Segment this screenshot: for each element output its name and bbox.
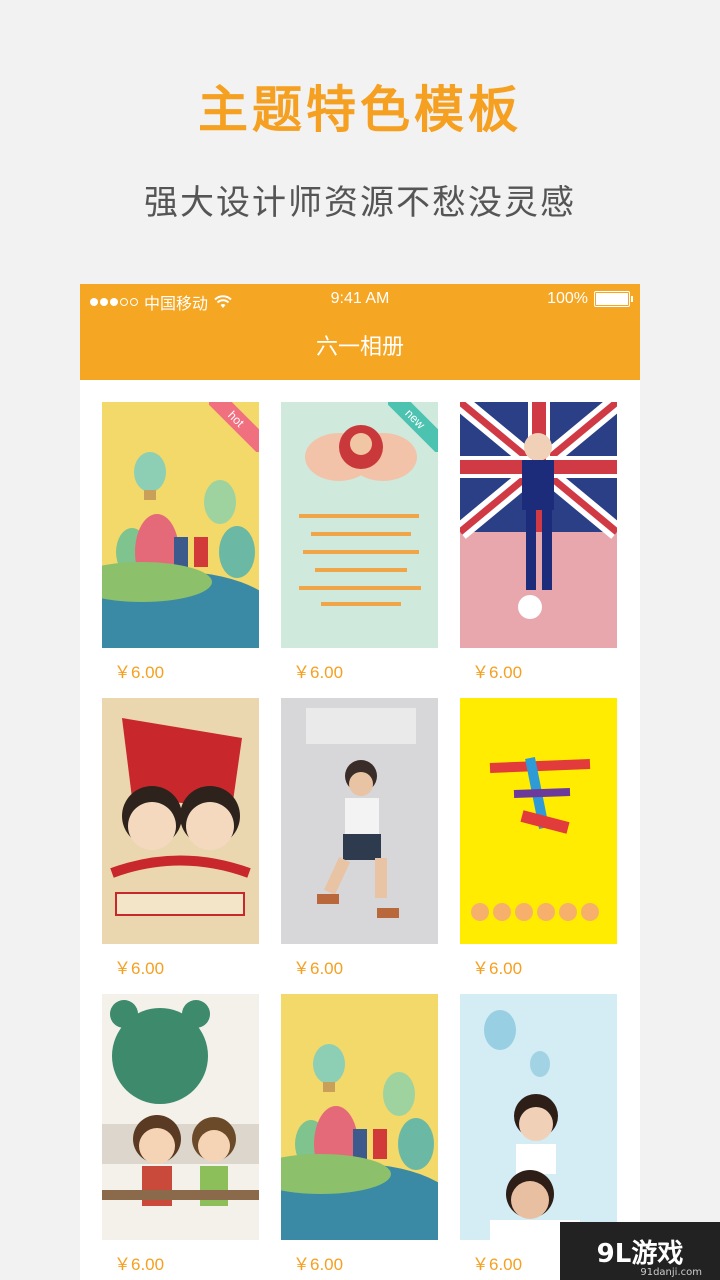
template-card[interactable]: ￥6.00 [102,698,259,978]
template-price: ￥6.00 [293,959,344,978]
template-price: ￥6.00 [293,663,344,682]
template-card[interactable]: new ￥6.00 [281,402,438,682]
watermark-logo: 9L游戏 [596,1238,684,1269]
template-card[interactable]: ￥6.00 [102,994,259,1274]
template-card[interactable]: ￥6.00 [460,994,617,1274]
headline: 主题特色模板 [198,81,522,139]
nav-title: 六一相册 [80,316,640,380]
template-price: ￥6.00 [293,1255,344,1274]
template-price: ￥6.00 [472,663,523,682]
watermark-site: 91danji.com [640,1267,702,1278]
template-thumbnail[interactable] [460,402,617,648]
template-thumbnail[interactable] [460,698,617,944]
template-grid: hot ￥6.00 new ￥6.00 ￥6.00 ￥6.00 ￥6.00 ￥6… [102,402,622,1274]
phone-mockup: 中国移动 9:41 AM 100% 六一相册 hot ￥6.00 new ￥6.… [80,284,640,1280]
template-card[interactable]: hot ￥6.00 [102,402,259,682]
template-thumbnail[interactable] [102,698,259,944]
new-ribbon: new [388,402,438,452]
template-card[interactable]: ￥6.00 [281,698,438,978]
template-price: ￥6.00 [472,1255,523,1274]
template-thumbnail[interactable] [460,994,617,1240]
template-card[interactable]: ￥6.00 [460,698,617,978]
ribbon-label: hot [209,402,259,452]
hot-ribbon: hot [209,402,259,452]
battery-percent: 100% [547,290,588,307]
template-thumbnail[interactable] [281,994,438,1240]
battery-icon [594,291,633,307]
ribbon-label: new [388,402,438,452]
template-price: ￥6.00 [472,959,523,978]
subline: 强大设计师资源不愁没灵感 [144,183,576,223]
template-thumbnail[interactable] [281,698,438,944]
template-card[interactable]: ￥6.00 [460,402,617,682]
site-watermark: 9L游戏 91danji.com [560,1222,720,1280]
template-card[interactable]: ￥6.00 [281,994,438,1274]
template-price: ￥6.00 [114,1255,165,1274]
template-price: ￥6.00 [114,663,165,682]
status-bar: 中国移动 9:41 AM 100% [80,284,640,316]
template-price: ￥6.00 [114,959,165,978]
template-thumbnail[interactable] [102,994,259,1240]
